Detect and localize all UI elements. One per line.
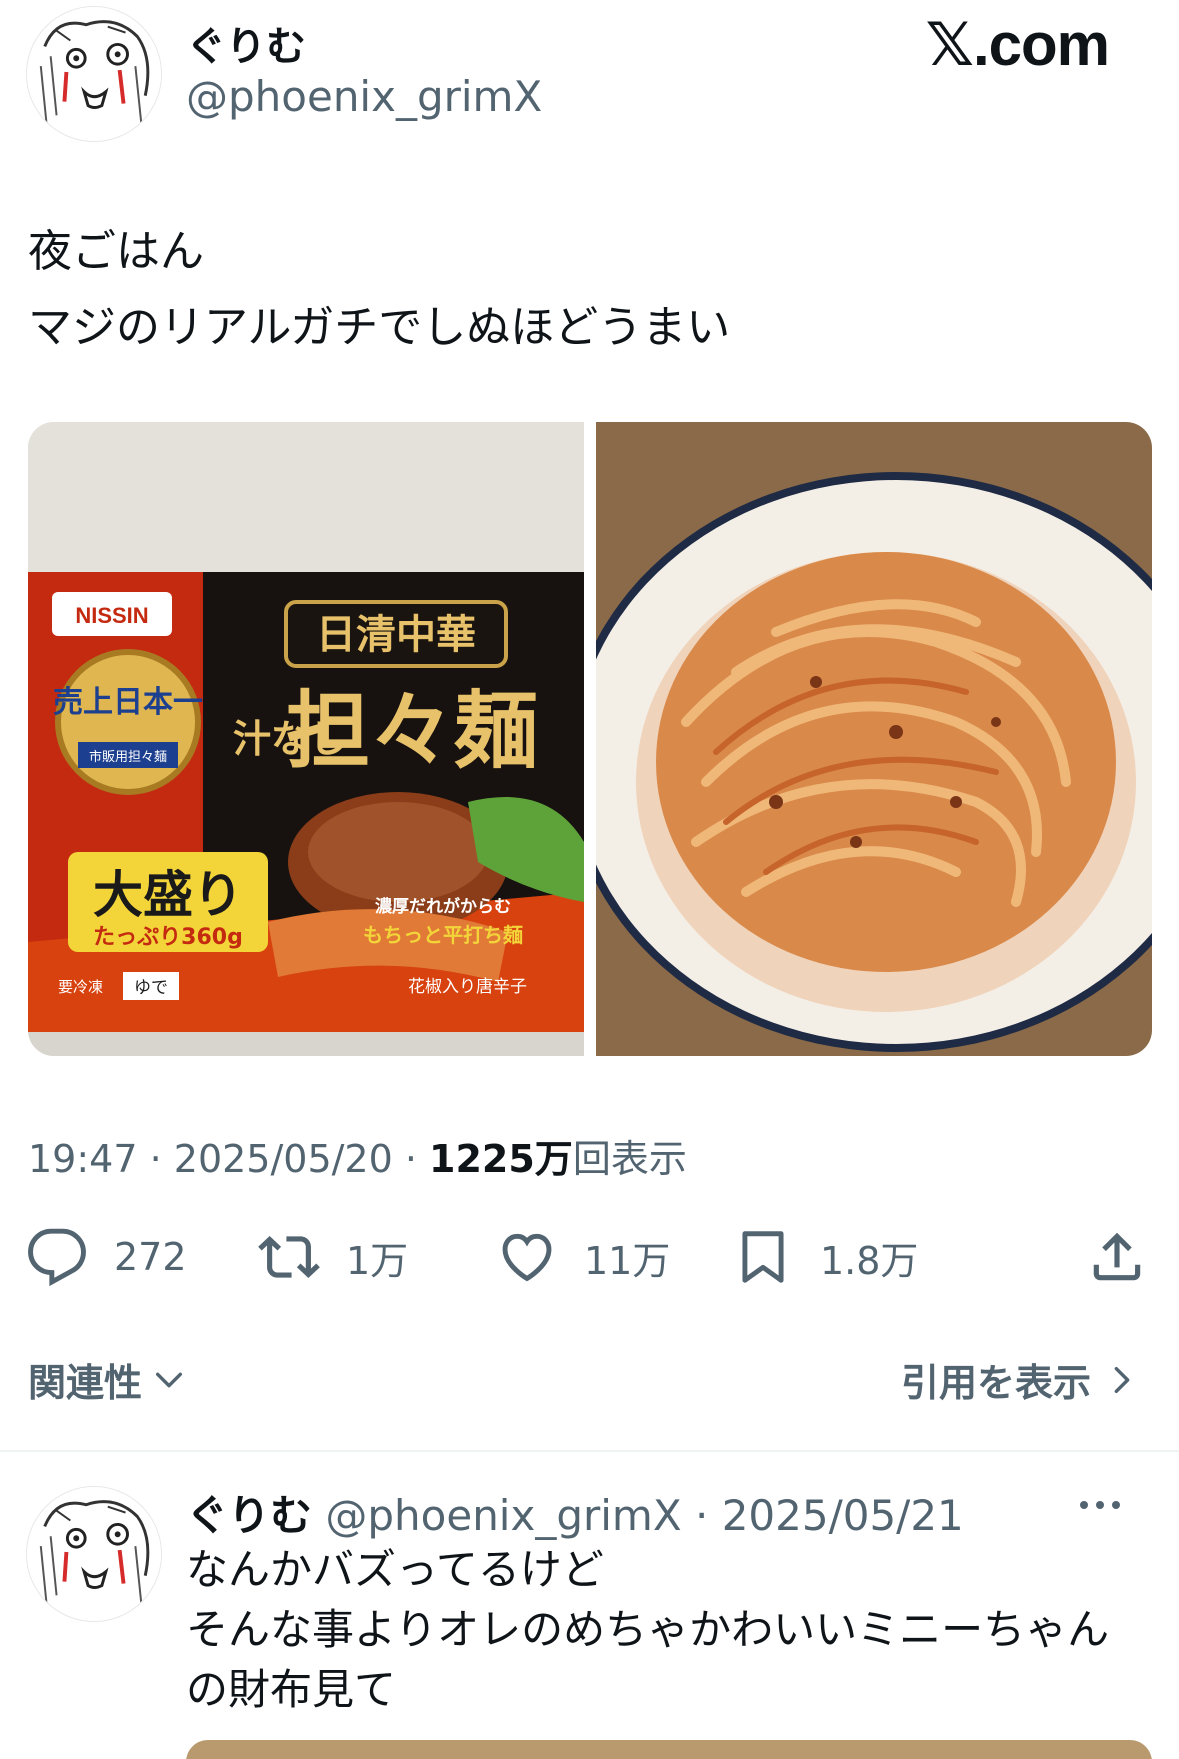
retweet-count: 1万 xyxy=(346,1238,409,1283)
reply-media-photo[interactable] xyxy=(186,1740,1152,1759)
package-badge-sub-text: 市販用担々麺 xyxy=(89,749,167,765)
tweet-meta: 19:47 · 2025/05/20 · 1225万回表示 xyxy=(28,1128,687,1183)
share-icon xyxy=(1093,1232,1141,1281)
more-icon xyxy=(1080,1501,1120,1509)
package-boil-text: ゆで xyxy=(134,978,168,998)
package-badge-text: 売上日本一 xyxy=(53,685,203,720)
site-brand-watermark: 𝕏.com xyxy=(925,11,1110,78)
author-avatar[interactable] xyxy=(26,6,162,142)
package-product-b-text: 担々麺 xyxy=(286,681,538,780)
sort-dropdown[interactable]: 関連性 xyxy=(28,1352,186,1407)
media-photo-dish[interactable] xyxy=(596,422,1152,1056)
view-quotes-link[interactable]: 引用を表示 xyxy=(901,1352,1139,1407)
tweet-text: 夜ごはん マジのリアルガチでしぬほどうまい xyxy=(28,214,730,366)
chevron-down-icon xyxy=(152,1363,186,1397)
action-bar: 272 1万 11万 1.8万 xyxy=(26,1222,1152,1292)
reply-text-line: なんかバズってるけど xyxy=(186,1545,604,1594)
avatar-sketch-icon xyxy=(27,7,161,141)
bookmark-icon xyxy=(742,1231,784,1283)
avatar-sketch-icon xyxy=(27,1487,161,1621)
sort-label: 関連性 xyxy=(28,1361,143,1405)
reply-date[interactable]: 2025/05/21 xyxy=(722,1491,964,1540)
reply-more-button[interactable] xyxy=(1075,1490,1125,1520)
reply-display-name[interactable]: ぐりむ xyxy=(186,1491,312,1540)
like-count: 11万 xyxy=(584,1238,671,1283)
reply-button[interactable]: 272 xyxy=(26,1222,187,1292)
reply-handle[interactable]: @phoenix_grimX xyxy=(325,1491,681,1540)
chevron-right-icon xyxy=(1105,1363,1139,1397)
reply-author-avatar[interactable] xyxy=(26,1486,162,1622)
tweet-date[interactable]: 2025/05/20 xyxy=(174,1137,393,1181)
reply-count: 272 xyxy=(114,1235,187,1279)
author-display-name[interactable]: ぐりむ xyxy=(186,14,306,72)
bookmark-count: 1.8万 xyxy=(820,1238,919,1283)
tweet-time[interactable]: 19:47 xyxy=(28,1137,138,1181)
reply-text-line: の財布見て xyxy=(186,1665,397,1714)
package-amount-text: たっぷり360g xyxy=(93,925,243,950)
package-frozen-text: 要冷凍 xyxy=(58,978,103,996)
view-quotes-label: 引用を表示 xyxy=(900,1361,1091,1405)
view-label: 回表示 xyxy=(572,1137,687,1181)
media-photo-package[interactable]: NISSIN 日清中華 汁なし 担々麺 売上日本一 市販用担々麺 大盛り たっぷ… xyxy=(28,422,584,1056)
like-icon xyxy=(502,1233,552,1282)
retweet-icon xyxy=(258,1236,320,1278)
bookmark-button[interactable]: 1.8万 xyxy=(732,1222,918,1292)
package-brand-text: 日清中華 xyxy=(316,611,476,658)
view-count: 1225万 xyxy=(429,1137,573,1181)
share-button[interactable] xyxy=(1086,1222,1148,1292)
reply-header: ぐりむ @phoenix_grimX · 2025/05/21 xyxy=(186,1482,964,1543)
reply-text: なんかバズってるけど そんな事よりオレのめちゃかわいいミニーちゃん の財布見て xyxy=(186,1540,1109,1720)
reply-text-line: そんな事よりオレのめちゃかわいいミニーちゃん xyxy=(186,1605,1110,1654)
package-big-serving-text: 大盛り xyxy=(93,866,243,924)
meta-separator: · xyxy=(681,1491,722,1540)
author-handle[interactable]: @phoenix_grimX xyxy=(186,72,542,121)
meta-separator: · xyxy=(137,1137,174,1181)
package-tagline-text: 濃厚だれがからむ xyxy=(375,896,511,917)
media-grid: NISSIN 日清中華 汁なし 担々麺 売上日本一 市販用担々麺 大盛り たっぷ… xyxy=(28,422,1152,1056)
tweet-text-line: 夜ごはん xyxy=(28,226,204,277)
like-button[interactable]: 11万 xyxy=(496,1222,670,1292)
package-spice-text: 花椒入り唐辛子 xyxy=(408,976,527,997)
package-noodle-text: もちっと平打ち麺 xyxy=(363,923,523,947)
meta-separator: · xyxy=(392,1137,430,1181)
tweet-text-line: マジのリアルガチでしぬほどうまい xyxy=(28,302,731,353)
package-maker-text: NISSIN xyxy=(75,603,148,628)
reply-icon xyxy=(28,1228,86,1287)
section-divider xyxy=(0,1450,1179,1452)
retweet-button[interactable]: 1万 xyxy=(258,1222,408,1292)
